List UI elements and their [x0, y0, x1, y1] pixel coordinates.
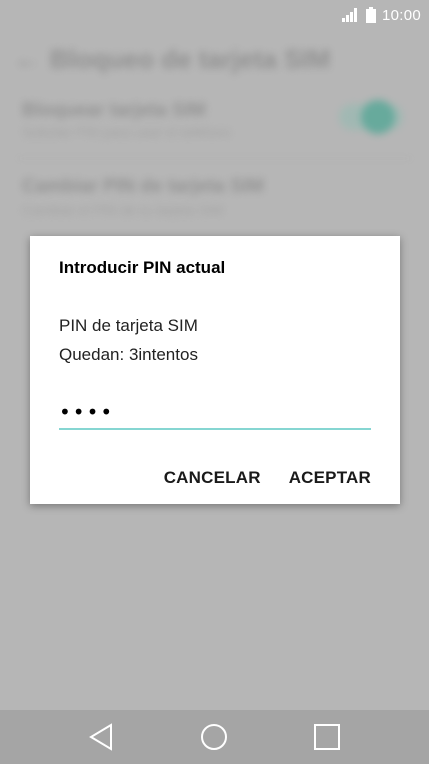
back-arrow-icon: ← [14, 44, 40, 74]
background-row-lock-sim-subtitle: Solicitar PIN para usar el teléfono [22, 124, 231, 140]
back-triangle-icon[interactable] [85, 721, 117, 753]
status-time: 10:00 [381, 6, 421, 24]
toggle-knob [361, 100, 395, 134]
pin-input[interactable] [59, 396, 371, 430]
background-row-change-pin-subtitle: Cambiar el PIN de tu tarjeta SIM [22, 202, 224, 218]
signal-icon [341, 8, 360, 22]
recents-square-icon[interactable] [311, 721, 343, 753]
background-lock-sim-toggle [339, 100, 403, 134]
accept-button[interactable]: ACEPTAR [289, 468, 371, 488]
battery-icon [365, 7, 376, 23]
dialog-title: Introducir PIN actual [59, 258, 226, 277]
status-indicators: 10:00 [341, 5, 421, 25]
background-header-title: Bloqueo de tarjeta SIM [50, 44, 331, 74]
background-divider [16, 158, 413, 159]
status-bar: 10:00 [0, 0, 429, 30]
dialog-message-line1: PIN de tarjeta SIM [59, 316, 198, 335]
dialog-message-attempts: Quedan: 3intentos [59, 345, 198, 364]
dialog-actions: CANCELAR ACEPTAR [164, 468, 371, 488]
cancel-button[interactable]: CANCELAR [164, 468, 261, 488]
dialog-message: PIN de tarjeta SIM Quedan: 3intentos [59, 311, 198, 369]
background-row-change-pin-title: Cambiar PIN de tarjeta SIM [22, 176, 264, 197]
enter-pin-dialog: Introducir PIN actual PIN de tarjeta SIM… [30, 236, 400, 504]
background-row-lock-sim-title: Bloquear tarjeta SIM [22, 100, 206, 121]
home-circle-icon[interactable] [198, 721, 230, 753]
navigation-bar [0, 710, 429, 764]
